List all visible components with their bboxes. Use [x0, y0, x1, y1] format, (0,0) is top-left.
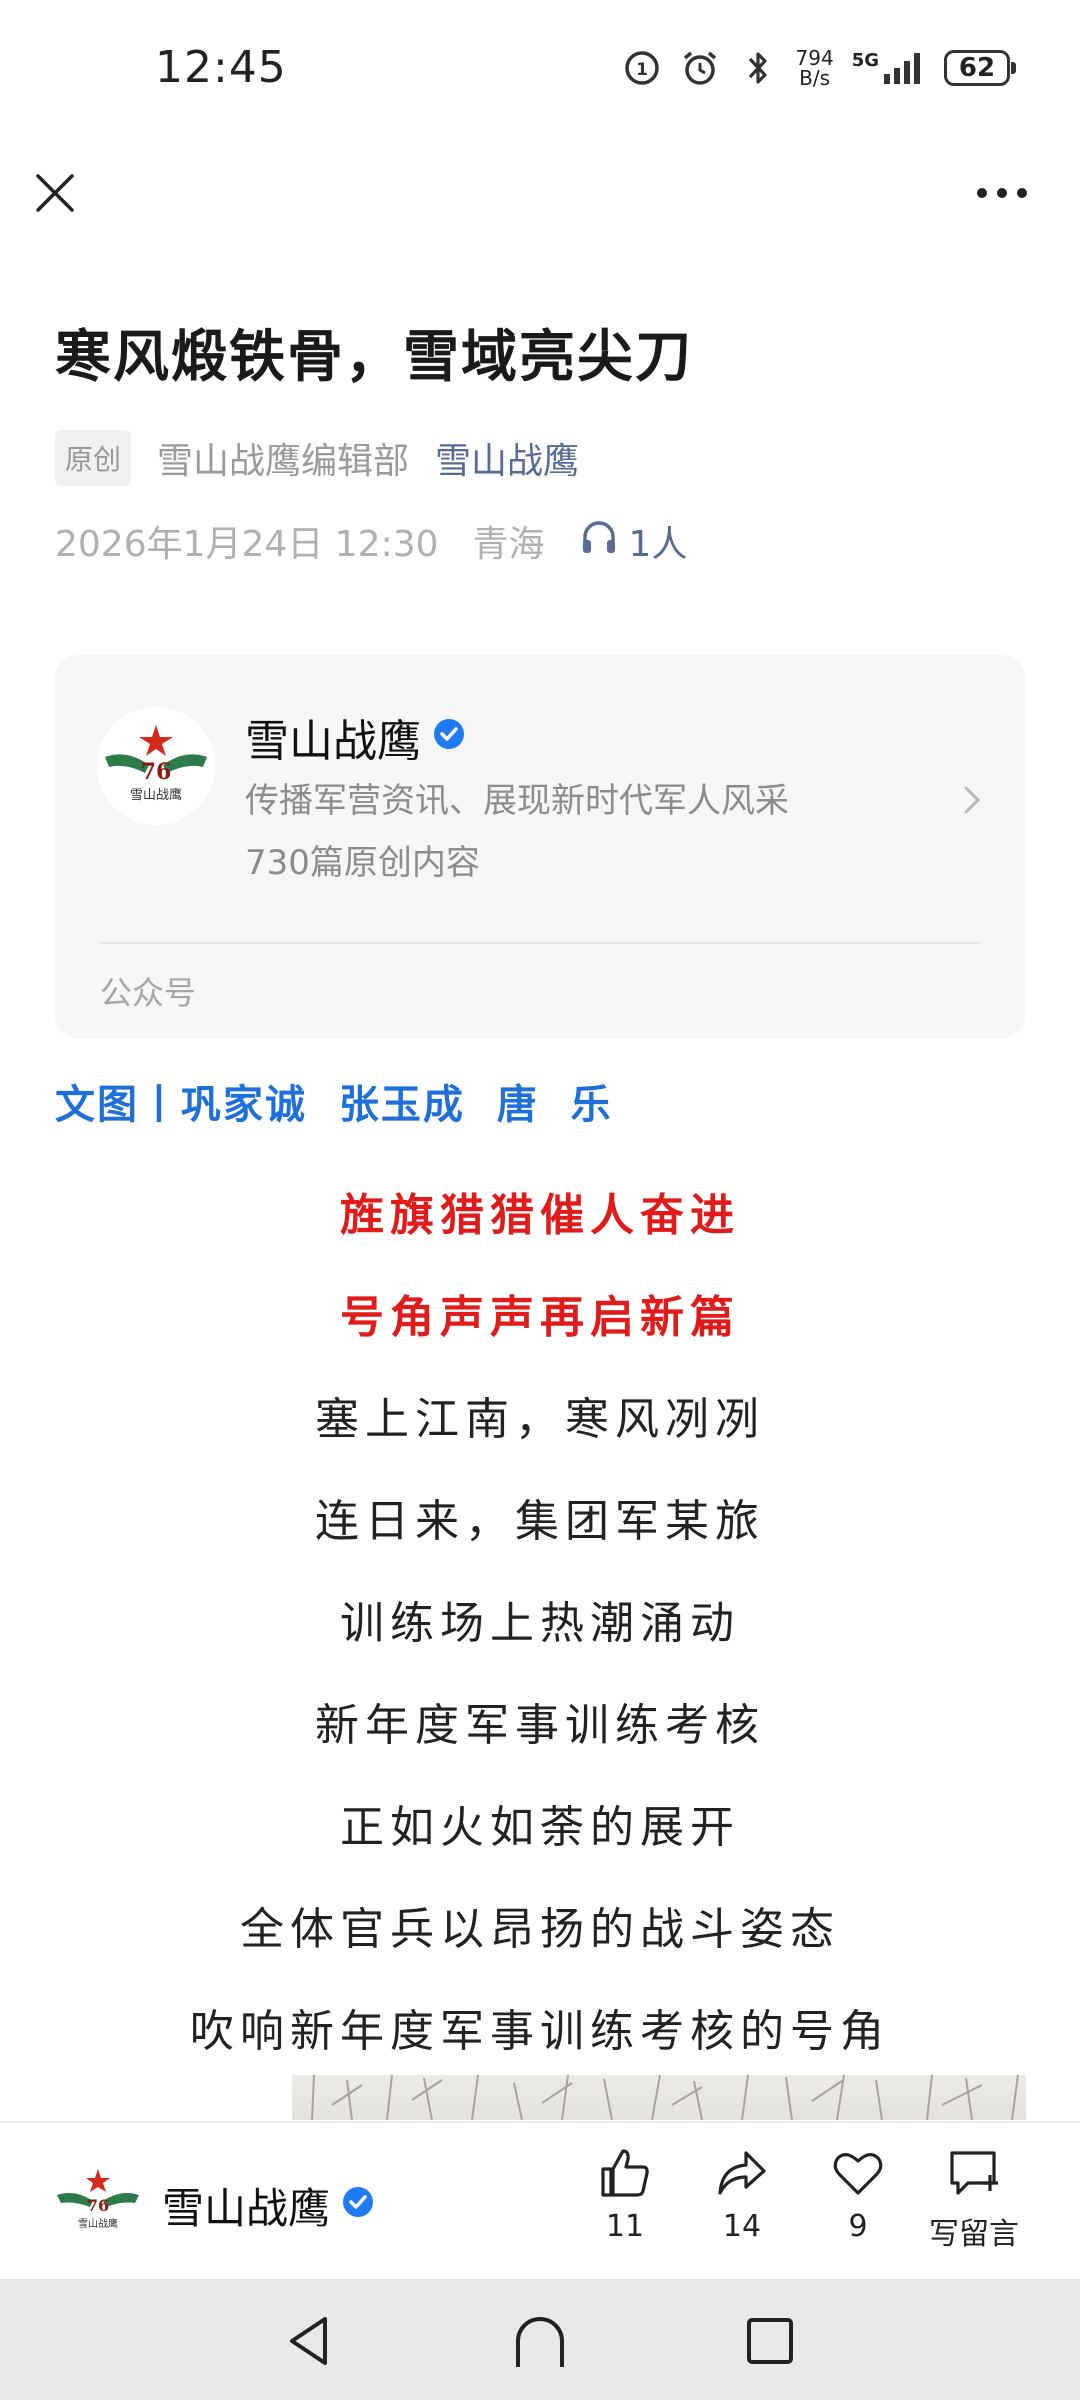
body-line: 全体官兵以昂扬的战斗姿态 — [240, 1904, 840, 1955]
logo-number-small: 76 — [87, 2196, 109, 2215]
bottom-action-bar: 76 雪山战鹰 雪山战鹰 11 14 9 写留言 — [0, 2121, 1080, 2281]
account-card[interactable]: 76 雪山战鹰 雪山战鹰 传播军营资讯、展现新时代军人风采 730篇原创内容 公… — [55, 655, 1025, 1039]
byline: 文图丨巩家诚 张玉成 唐 乐 — [55, 1082, 613, 1128]
headphones-icon — [579, 517, 619, 566]
signal-icon: 5G — [852, 50, 926, 86]
heart-icon — [803, 2145, 913, 2201]
verified-icon — [431, 712, 467, 763]
article-body: 旌旗猎猎催人奋进 号角声声再启新篇 塞上江南，寒风冽冽 连日来，集团军某旅 训练… — [0, 1180, 1080, 2098]
share-arrow-icon — [687, 2145, 797, 2201]
article-meta: 原创 雪山战鹰编辑部 雪山战鹰 — [55, 430, 579, 486]
publish-location: 青海 — [472, 524, 545, 565]
author-name: 雪山战鹰编辑部 — [157, 441, 410, 482]
thumbs-up-icon — [570, 2145, 680, 2201]
article-photo — [292, 2075, 1026, 2120]
more-icon[interactable] — [972, 168, 1032, 218]
comment-add-icon — [919, 2145, 1029, 2201]
verified-icon — [340, 2181, 376, 2230]
highlight-line: 旌旗猎猎催人奋进 — [340, 1190, 740, 1241]
share-count: 14 — [722, 2209, 762, 2244]
like-button[interactable]: 11 — [570, 2145, 680, 2244]
body-line: 连日来，集团军某旅 — [315, 1496, 765, 1547]
bluetooth-icon — [738, 48, 778, 88]
favorite-count: 9 — [848, 2209, 868, 2244]
net-speed: 794 B/s — [796, 48, 834, 88]
body-line: 塞上江南，寒风冽冽 — [315, 1394, 765, 1445]
status-bar: 12:45 1 794 B/s 5G 62 — [0, 0, 1080, 140]
favorite-button[interactable]: 9 — [803, 2145, 913, 2244]
alarm-icon — [680, 48, 720, 88]
logo-caption: 雪山战鹰 — [130, 787, 182, 803]
status-time: 12:45 — [155, 42, 287, 93]
body-line: 正如火如荼的展开 — [340, 1802, 740, 1853]
account-article-count: 730篇原创内容 — [245, 843, 480, 883]
logo-caption-small: 雪山战鹰 — [78, 2217, 118, 2230]
net-speed-unit: B/s — [799, 66, 831, 90]
bottom-account-name[interactable]: 雪山战鹰 — [162, 2175, 376, 2236]
recents-icon[interactable] — [740, 2311, 800, 2371]
comment-label: 写留言 — [929, 2217, 1019, 2252]
battery-level: 62 — [958, 53, 996, 83]
article-title: 寒风煅铁骨，雪域亮尖刀 — [55, 325, 693, 390]
bottom-account-name-text: 雪山战鹰 — [162, 2184, 331, 2233]
home-icon[interactable] — [510, 2311, 570, 2371]
account-type: 公众号 — [100, 974, 197, 1012]
like-count: 11 — [605, 2209, 645, 2244]
account-link[interactable]: 雪山战鹰 — [435, 432, 579, 484]
comment-button[interactable]: 写留言 — [919, 2145, 1029, 2253]
account-avatar-small[interactable]: 76 雪山战鹰 — [55, 2165, 141, 2239]
listen-button[interactable]: 1人 — [579, 515, 688, 567]
network-type: 5G — [851, 50, 879, 71]
svg-text:1: 1 — [636, 60, 648, 80]
battery-icon: 62 — [944, 50, 1016, 86]
page: 12:45 1 794 B/s 5G 62 寒风煅铁骨，雪域亮尖刀 原创 雪山战… — [0, 0, 1080, 2400]
account-name-text: 雪山战鹰 — [245, 716, 421, 767]
article-meta-secondary: 2026年1月24日 12:30 青海 1人 — [55, 515, 687, 567]
back-icon[interactable] — [280, 2311, 340, 2371]
publish-date: 2026年1月24日 12:30 — [55, 524, 439, 565]
net-speed-value: 794 — [795, 46, 834, 70]
logo-number: 76 — [141, 759, 172, 785]
close-icon[interactable] — [30, 168, 80, 218]
chevron-right-icon — [961, 780, 985, 820]
account-name: 雪山战鹰 — [245, 705, 467, 769]
card-divider — [100, 942, 980, 944]
original-tag: 原创 — [55, 430, 132, 486]
data-saver-icon: 1 — [622, 48, 662, 88]
listen-count: 1人 — [628, 524, 688, 565]
body-line: 训练场上热潮涌动 — [340, 1598, 740, 1649]
system-nav-bar — [0, 2279, 1080, 2400]
account-description: 传播军营资讯、展现新时代军人风采 — [245, 781, 789, 821]
highlight-line: 号角声声再启新篇 — [340, 1292, 740, 1343]
account-avatar: 76 雪山战鹰 — [97, 707, 215, 825]
status-icons: 1 794 B/s 5G 62 — [622, 48, 1016, 88]
share-button[interactable]: 14 — [687, 2145, 797, 2244]
body-line: 新年度军事训练考核 — [315, 1700, 765, 1751]
